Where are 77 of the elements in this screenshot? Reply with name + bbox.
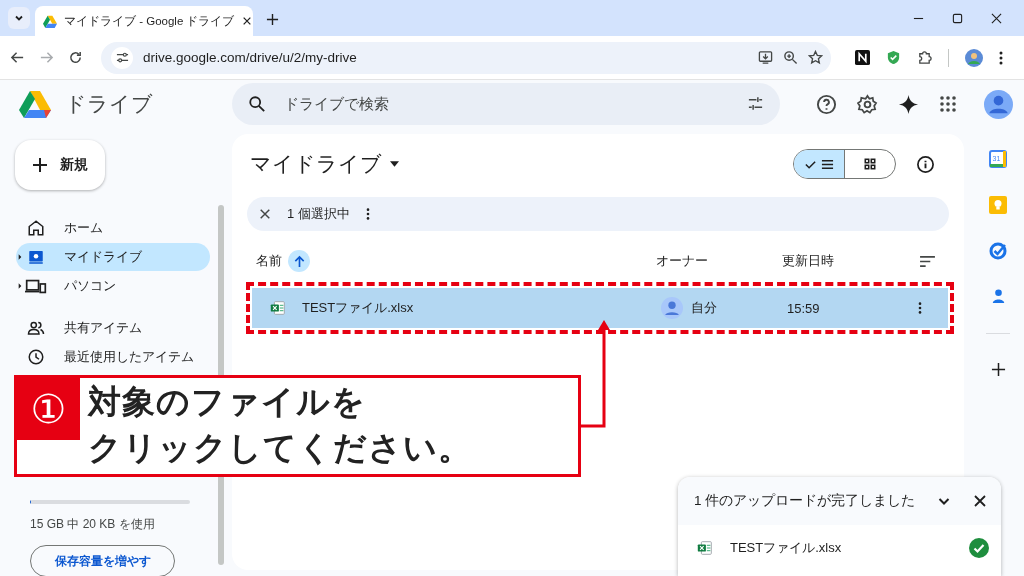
info-icon[interactable] xyxy=(916,154,935,174)
column-header[interactable]: オーナー xyxy=(656,252,782,270)
instruction-text: 対象のファイルを クリックしてください。 xyxy=(88,382,472,468)
browser-tab[interactable]: マイドライブ - Google ドライブ xyxy=(35,6,253,36)
get-more-storage-button[interactable]: 保存容量を増やす xyxy=(30,545,175,576)
dropdown-caret-icon[interactable] xyxy=(390,161,399,167)
arrow-up-icon xyxy=(292,254,306,268)
drive-icon xyxy=(27,248,45,266)
drive-logo-icon xyxy=(19,90,51,118)
sidebar-item[interactable]: 共有アイテム xyxy=(16,314,210,342)
plus-icon xyxy=(32,157,48,173)
user-avatar-icon xyxy=(661,297,683,319)
settings-icon[interactable] xyxy=(857,93,878,115)
task-check-icon[interactable] xyxy=(989,242,1007,260)
search-field[interactable]: ドライブで検索 xyxy=(232,83,780,125)
puzzle-icon[interactable] xyxy=(917,50,932,65)
grid-icon xyxy=(864,158,876,170)
list-icon xyxy=(821,157,834,171)
uploaded-file-name: TESTファイル.xlsx xyxy=(730,539,843,557)
url-text: drive.google.com/drive/u/2/my-drive xyxy=(143,50,358,65)
shield-icon[interactable] xyxy=(886,50,901,65)
storage-usage-text: 15 GB 中 20 KB を使用 xyxy=(30,516,156,533)
app-name: ドライブ xyxy=(65,91,153,117)
step-number-badge: ① xyxy=(17,378,80,440)
file-name: TESTファイル.xlsx xyxy=(302,299,414,317)
selection-count: 1 個選択中 xyxy=(287,205,350,223)
profile-avatar-icon[interactable] xyxy=(965,48,983,67)
reload-icon[interactable] xyxy=(68,50,83,65)
plus-icon[interactable] xyxy=(265,12,279,26)
apps-grid-icon[interactable] xyxy=(939,95,957,113)
site-settings-icon xyxy=(115,51,129,64)
computer-icon xyxy=(25,277,47,295)
tab-search-button[interactable] xyxy=(8,7,30,29)
help-icon[interactable] xyxy=(816,93,837,115)
close-icon[interactable] xyxy=(991,12,1002,24)
home-icon xyxy=(27,219,45,237)
sidebar-item[interactable]: ホーム xyxy=(16,214,210,242)
back-icon[interactable] xyxy=(10,50,25,65)
close-icon[interactable] xyxy=(973,494,988,508)
column-header[interactable]: 更新日時 xyxy=(782,252,919,270)
modified-time: 15:59 xyxy=(787,300,821,316)
star-icon[interactable] xyxy=(808,50,823,65)
search-icon xyxy=(248,95,266,113)
sparkle-icon[interactable] xyxy=(898,93,919,115)
tab-title: マイドライブ - Google ドライブ xyxy=(64,13,235,29)
sort-ascending-button[interactable] xyxy=(288,250,310,272)
file-row[interactable]: TESTファイル.xlsx 自分 15:59 xyxy=(252,288,948,328)
more-icon[interactable] xyxy=(365,207,370,221)
more-icon[interactable] xyxy=(918,301,922,315)
address-bar[interactable]: drive.google.com/drive/u/2/my-drive xyxy=(101,41,831,74)
upload-status-title: 1 件のアップロードが完了しました xyxy=(694,492,916,510)
spreadsheet-file-icon xyxy=(696,539,714,557)
maximize-icon[interactable] xyxy=(952,12,963,24)
expand-arrow-icon[interactable] xyxy=(18,283,22,289)
people-icon xyxy=(27,319,45,337)
column-header[interactable]: 名前 xyxy=(256,252,282,270)
owner-name: 自分 xyxy=(691,299,717,317)
new-button[interactable]: 新規 xyxy=(15,140,105,190)
more-icon[interactable] xyxy=(999,49,1003,66)
close-icon[interactable] xyxy=(241,16,252,26)
page-title: マイドライブ xyxy=(250,151,382,177)
zoom-icon[interactable] xyxy=(783,50,798,65)
clock-icon xyxy=(27,348,45,366)
drive-logo-icon xyxy=(43,14,57,28)
sidebar-item[interactable]: マイドライブ xyxy=(16,243,210,271)
sidebar-item[interactable]: 最近使用したアイテム xyxy=(16,343,210,371)
list-view-toggle[interactable] xyxy=(794,150,844,178)
expand-arrow-icon[interactable] xyxy=(18,254,22,260)
sort-options-icon[interactable] xyxy=(919,254,936,268)
install-app-icon[interactable] xyxy=(758,50,773,65)
filter-icon[interactable] xyxy=(747,95,764,112)
spreadsheet-file-icon xyxy=(269,299,287,317)
sidebar-item[interactable]: パソコン xyxy=(16,272,210,300)
add-icon[interactable] xyxy=(990,362,1006,377)
account-avatar-icon[interactable] xyxy=(983,89,1013,119)
n-extension-icon[interactable] xyxy=(855,50,870,65)
close-icon[interactable] xyxy=(259,208,271,220)
